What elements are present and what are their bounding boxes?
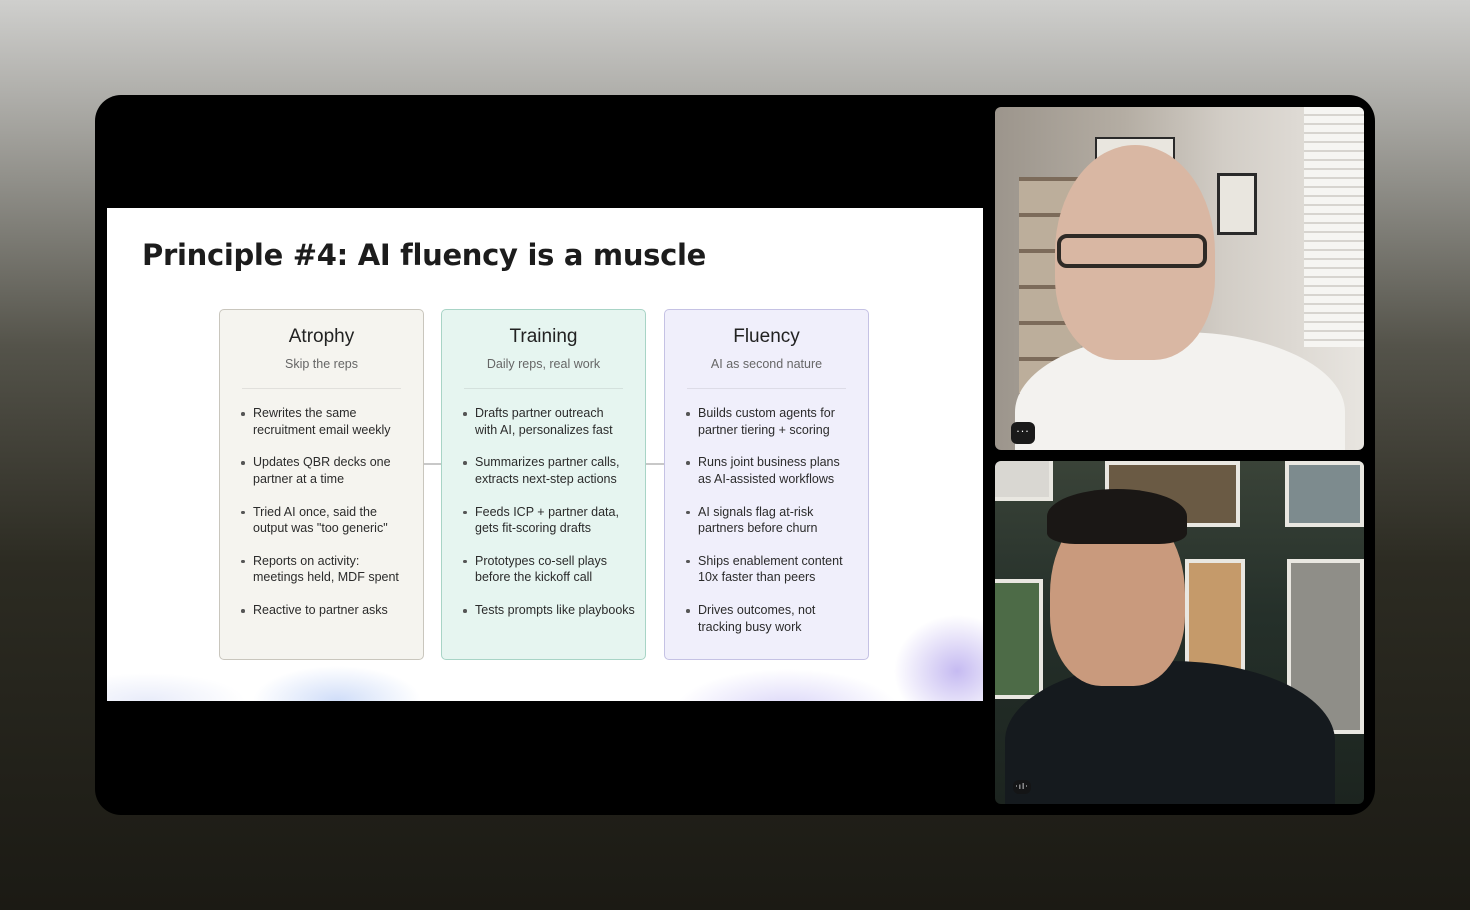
list-item: Builds custom agents for partner tiering … xyxy=(685,405,860,454)
column-title: Atrophy xyxy=(288,326,355,347)
list-item: Prototypes co-sell plays before the kicko… xyxy=(462,553,637,602)
wall-photo xyxy=(995,579,1043,699)
wall-photo xyxy=(995,461,1053,501)
column-card-training: Training Daily reps, real work Drafts pa… xyxy=(441,309,646,660)
audio-level-icon: ·ıl· xyxy=(1013,780,1031,794)
list-item: Drafts partner outreach with AI, personal… xyxy=(462,405,637,454)
shared-screen-slide: Principle #4: AI fluency is a muscle Atr… xyxy=(107,208,983,701)
list-item: Ships enablement content 10x faster than … xyxy=(685,553,860,602)
slide-title: Principle #4: AI fluency is a muscle xyxy=(142,238,707,272)
column-list: Drafts partner outreach with AI, personal… xyxy=(442,389,645,651)
participant-glasses xyxy=(1057,234,1207,268)
column-subtitle: Daily reps, real work xyxy=(486,357,601,371)
list-item: Tried AI once, said the output was "too g… xyxy=(240,504,415,553)
list-item: Rewrites the same recruitment email weekl… xyxy=(240,405,415,454)
column-list: Rewrites the same recruitment email weekl… xyxy=(220,389,423,651)
card-connector xyxy=(646,463,666,465)
list-item: Tests prompts like playbooks xyxy=(462,602,637,651)
list-item: Reports on activity: meetings held, MDF s… xyxy=(240,553,415,602)
participant-shoulders xyxy=(1005,661,1335,804)
column-title: Training xyxy=(509,326,578,347)
participant-video-tile-1[interactable]: ··· xyxy=(995,107,1364,450)
participant-hair xyxy=(1047,489,1187,544)
column-subtitle: AI as second nature xyxy=(710,357,823,371)
column-card-fluency: Fluency AI as second nature Builds custo… xyxy=(664,309,869,660)
column-card-atrophy: Atrophy Skip the reps Rewrites the same r… xyxy=(219,309,424,660)
list-item: Drives outcomes, not tracking busy work xyxy=(685,602,860,651)
video-call-window: Principle #4: AI fluency is a muscle Atr… xyxy=(95,95,1375,815)
list-item: Updates QBR decks one partner at a time xyxy=(240,454,415,503)
column-subtitle: Skip the reps xyxy=(285,357,358,371)
more-options-icon[interactable]: ··· xyxy=(1011,422,1035,444)
list-item: Reactive to partner asks xyxy=(240,602,415,651)
list-item: AI signals flag at-risk partners before c… xyxy=(685,504,860,553)
wall-frame xyxy=(1217,173,1257,235)
list-item: Feeds ICP + partner data, gets fit-scorin… xyxy=(462,504,637,553)
list-item: Summarizes partner calls, extracts next-s… xyxy=(462,454,637,503)
column-list: Builds custom agents for partner tiering … xyxy=(665,389,868,651)
column-title: Fluency xyxy=(733,326,800,347)
list-item: Runs joint business plans as AI-assisted … xyxy=(685,454,860,503)
wall-photo xyxy=(1285,461,1364,527)
participant-video-tile-2[interactable]: ·ıl· xyxy=(995,461,1364,804)
window-blinds xyxy=(1304,107,1364,347)
